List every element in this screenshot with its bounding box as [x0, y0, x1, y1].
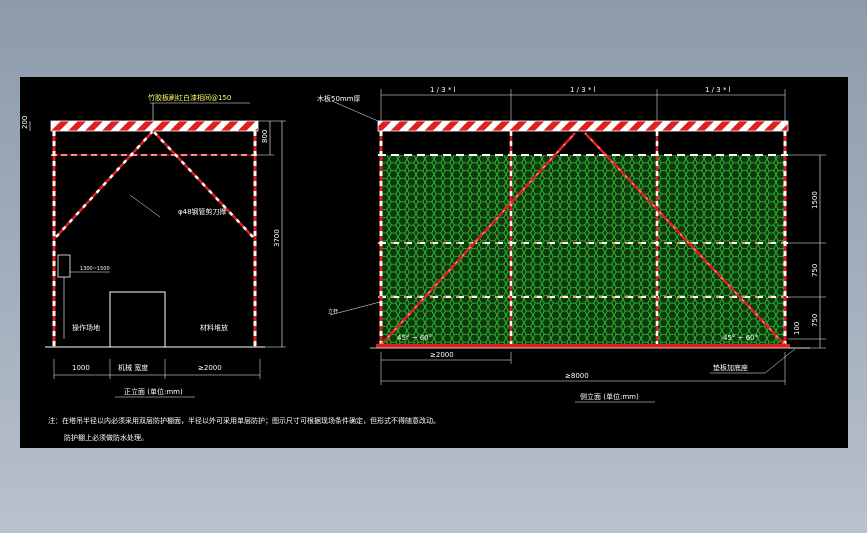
- front-small-dim: 1300~1500: [80, 266, 110, 272]
- side-base-plate: [376, 344, 790, 348]
- front-dim-right-total: 3700: [273, 229, 281, 247]
- side-dim-2000: ≥2000: [430, 351, 454, 359]
- side-caption: 侧立面 (单位:mm): [580, 392, 639, 401]
- side-dim-r3: 750: [811, 314, 819, 327]
- front-pipe-note: φ48钢管剪刀撑: [178, 207, 227, 216]
- front-label-left: 操作场地: [72, 323, 100, 332]
- safety-mesh: [380, 155, 785, 346]
- front-top-board: [50, 120, 259, 132]
- front-brace-left-white: [55, 130, 154, 238]
- side-dim-r1: 1500: [811, 191, 819, 209]
- cad-drawing: 竹胶板刷红白漆相间@150 φ48钢管剪刀撑 200 800 3700 1300…: [21, 86, 826, 442]
- side-angle-right: 45° ~ 60°: [723, 334, 758, 342]
- front-top-note: 竹胶板刷红白漆相间@150: [148, 93, 231, 102]
- front-brace-right-white: [152, 130, 254, 238]
- front-caption: 正立面 (单位:mm): [124, 387, 183, 396]
- front-dim-right-top: 800: [261, 130, 269, 143]
- side-base-note: 垫板加底座: [713, 363, 748, 372]
- side-top-board: [377, 120, 789, 132]
- base-note-leader: [764, 348, 796, 374]
- sign-board: [57, 254, 71, 278]
- front-dim-bottom-1: 1000: [72, 364, 90, 372]
- side-left-note: 立杆: [328, 308, 338, 315]
- side-angle-left: 45° ~ 60°: [397, 334, 432, 342]
- front-dim-bottom-2: 机械 宽度: [118, 363, 148, 372]
- side-top-note: 木板50mm厚: [317, 94, 361, 103]
- side-third-2: 1 / 3 * l: [570, 86, 596, 94]
- side-dim-r4: 100: [793, 322, 801, 335]
- wood-note-leader: [331, 100, 379, 122]
- side-dim-r2: 750: [811, 264, 819, 277]
- side-view: 木板50mm厚 1 / 3 * l 1 / 3 * l 1 / 3 * l 15…: [317, 86, 826, 403]
- note-line-2: 防护棚上必须做防水处理。: [64, 433, 148, 442]
- drawing-sheet: 竹胶板刷红白漆相间@150 φ48钢管剪刀撑 200 800 3700 1300…: [20, 77, 848, 448]
- front-label-right: 材料堆放: [200, 323, 228, 332]
- front-dim-top: 200: [21, 116, 29, 129]
- machine-box: [109, 291, 166, 348]
- pipe-note-leader: [129, 194, 161, 218]
- front-dim-bottom-3: ≥2000: [198, 364, 222, 372]
- side-third-3: 1 / 3 * l: [705, 86, 731, 94]
- side-dim-8000: ≥8000: [565, 372, 589, 380]
- note-line-1: 注：在塔吊半径以内必须采用双层防护棚面，半径以外可采用单层防护；图示尺寸可根据现…: [48, 416, 440, 425]
- front-view: 竹胶板刷红白漆相间@150 φ48钢管剪刀撑 200 800 3700 1300…: [21, 93, 286, 398]
- side-third-1: 1 / 3 * l: [430, 86, 456, 94]
